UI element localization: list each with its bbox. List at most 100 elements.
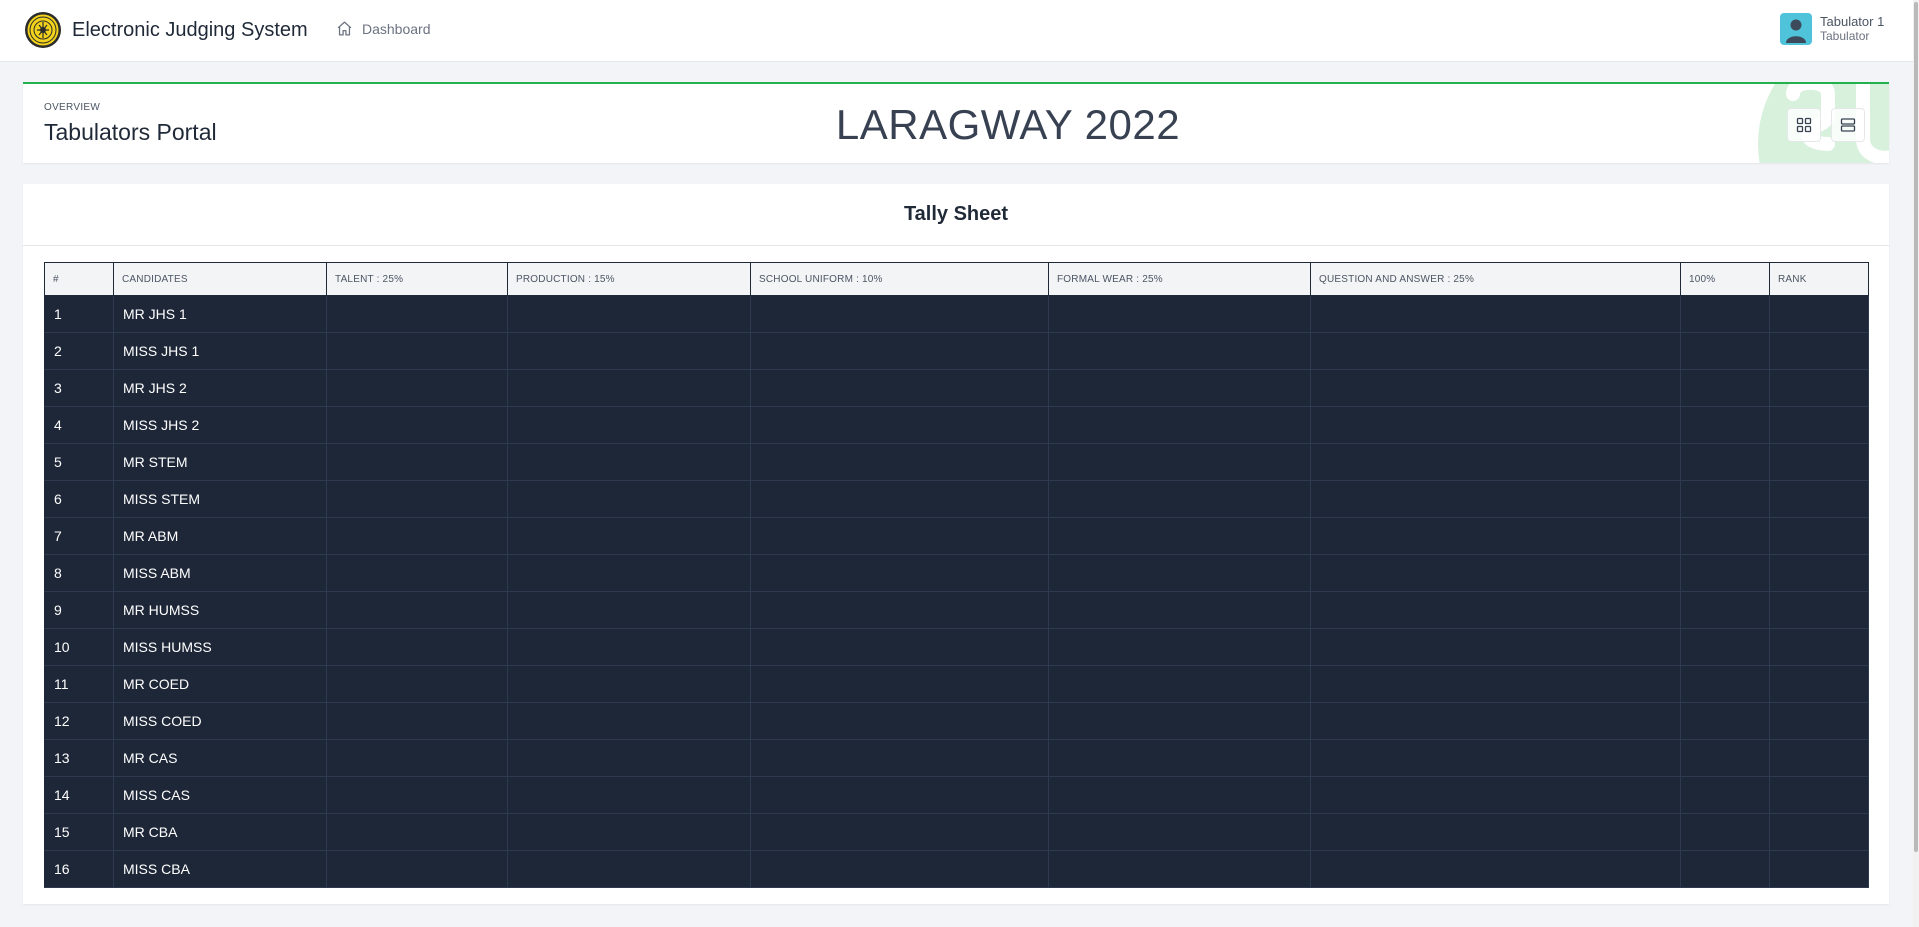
column-header-rank: RANK xyxy=(1769,262,1869,296)
cell-candidate: MR JHS 1 xyxy=(113,295,327,333)
cell-rank xyxy=(1769,665,1869,703)
cell-rank xyxy=(1769,628,1869,666)
grid-view-button[interactable] xyxy=(1787,108,1821,142)
cell-total-score xyxy=(1680,813,1770,851)
cell-total-score xyxy=(1680,665,1770,703)
table-row: 14 MISS CAS xyxy=(44,776,1869,814)
cell-candidate: MR CAS xyxy=(113,739,327,777)
page-scrollbar[interactable] xyxy=(1913,0,1919,927)
cell-rank xyxy=(1769,295,1869,333)
cell-candidate: MISS JHS 1 xyxy=(113,332,327,370)
cell-talent-score xyxy=(326,406,508,444)
cell-question-answer-score xyxy=(1310,295,1681,333)
cell-formal-wear-score xyxy=(1048,739,1311,777)
cell-number: 4 xyxy=(44,406,114,444)
cell-school-uniform-score xyxy=(750,628,1049,666)
cell-school-uniform-score xyxy=(750,369,1049,407)
column-header-question-answer: QUESTION AND ANSWER : 25% xyxy=(1310,262,1681,296)
cell-production-score xyxy=(507,702,751,740)
cell-rank xyxy=(1769,480,1869,518)
cell-total-score xyxy=(1680,295,1770,333)
cell-talent-score xyxy=(326,813,508,851)
table-row: 5 MR STEM xyxy=(44,443,1869,481)
cell-talent-score xyxy=(326,443,508,481)
cell-question-answer-score xyxy=(1310,813,1681,851)
cell-total-score xyxy=(1680,406,1770,444)
table-row: 3 MR JHS 2 xyxy=(44,369,1869,407)
cell-number: 11 xyxy=(44,665,114,703)
tally-table-header: # CANDIDATES TALENT : 25% PRODUCTION : 1… xyxy=(44,262,1869,296)
cell-candidate: MR ABM xyxy=(113,517,327,555)
cell-total-score xyxy=(1680,702,1770,740)
cell-school-uniform-score xyxy=(750,443,1049,481)
column-header-school-uniform: SCHOOL UNIFORM : 10% xyxy=(750,262,1049,296)
cell-number: 9 xyxy=(44,591,114,629)
cell-talent-score xyxy=(326,628,508,666)
cell-rank xyxy=(1769,517,1869,555)
user-avatar-icon xyxy=(1786,19,1806,43)
cell-number: 15 xyxy=(44,813,114,851)
top-navbar: Electronic Judging System Dashboard Tabu… xyxy=(0,0,1919,62)
tally-table: # CANDIDATES TALENT : 25% PRODUCTION : 1… xyxy=(44,262,1869,888)
cell-candidate: MR COED xyxy=(113,665,327,703)
cell-production-score xyxy=(507,813,751,851)
cell-talent-score xyxy=(326,295,508,333)
cell-total-score xyxy=(1680,369,1770,407)
cell-total-score xyxy=(1680,554,1770,592)
brand[interactable]: Electronic Judging System xyxy=(24,11,308,49)
cell-rank xyxy=(1769,813,1869,851)
cell-formal-wear-score xyxy=(1048,850,1311,888)
cell-number: 10 xyxy=(44,628,114,666)
cell-school-uniform-score xyxy=(750,406,1049,444)
user-role: Tabulator xyxy=(1820,28,1870,43)
cell-formal-wear-score xyxy=(1048,665,1311,703)
cell-talent-score xyxy=(326,850,508,888)
column-header-candidates: CANDIDATES xyxy=(113,262,327,296)
cell-candidate: MR STEM xyxy=(113,443,327,481)
cell-total-score xyxy=(1680,628,1770,666)
table-row: 4 MISS JHS 2 xyxy=(44,406,1869,444)
cell-candidate: MISS JHS 2 xyxy=(113,406,327,444)
scrollbar-thumb[interactable] xyxy=(1914,2,1918,852)
cell-rank xyxy=(1769,702,1869,740)
cell-rank xyxy=(1769,591,1869,629)
list-view-button[interactable] xyxy=(1831,108,1865,142)
table-row: 10 MISS HUMSS xyxy=(44,628,1869,666)
table-row: 8 MISS ABM xyxy=(44,554,1869,592)
cell-total-score xyxy=(1680,739,1770,777)
cell-number: 8 xyxy=(44,554,114,592)
cell-question-answer-score xyxy=(1310,628,1681,666)
cell-candidate: MISS CAS xyxy=(113,776,327,814)
cell-school-uniform-score xyxy=(750,517,1049,555)
cell-talent-score xyxy=(326,665,508,703)
column-header-talent: TALENT : 25% xyxy=(326,262,508,296)
cell-formal-wear-score xyxy=(1048,813,1311,851)
cell-total-score xyxy=(1680,850,1770,888)
cell-formal-wear-score xyxy=(1048,369,1311,407)
cell-question-answer-score xyxy=(1310,443,1681,481)
overview-header-card: OVERVIEW Tabulators Portal LARAGWAY 2022 xyxy=(23,82,1889,163)
cell-rank xyxy=(1769,443,1869,481)
table-row: 12 MISS COED xyxy=(44,702,1869,740)
tally-table-wrapper: # CANDIDATES TALENT : 25% PRODUCTION : 1… xyxy=(44,262,1869,888)
cell-candidate: MISS HUMSS xyxy=(113,628,327,666)
cell-number: 16 xyxy=(44,850,114,888)
app-title: Electronic Judging System xyxy=(72,18,308,41)
cell-production-score xyxy=(507,406,751,444)
user-menu[interactable]: Tabulator 1 Tabulator xyxy=(1780,13,1884,45)
cell-candidate: MISS STEM xyxy=(113,480,327,518)
cell-rank xyxy=(1769,369,1869,407)
cell-talent-score xyxy=(326,591,508,629)
nav-dashboard-link[interactable]: Dashboard xyxy=(336,20,431,37)
column-header-formal-wear: FORMAL WEAR : 25% xyxy=(1048,262,1311,296)
table-row: 9 MR HUMSS xyxy=(44,591,1869,629)
tally-sheet-card: Tally Sheet # CANDIDATES TALENT : 25% PR… xyxy=(23,184,1889,904)
cell-number: 5 xyxy=(44,443,114,481)
column-header-total: 100% xyxy=(1680,262,1770,296)
cell-school-uniform-score xyxy=(750,739,1049,777)
cell-production-score xyxy=(507,295,751,333)
cell-production-score xyxy=(507,591,751,629)
cell-formal-wear-score xyxy=(1048,295,1311,333)
cell-talent-score xyxy=(326,369,508,407)
cell-question-answer-score xyxy=(1310,517,1681,555)
